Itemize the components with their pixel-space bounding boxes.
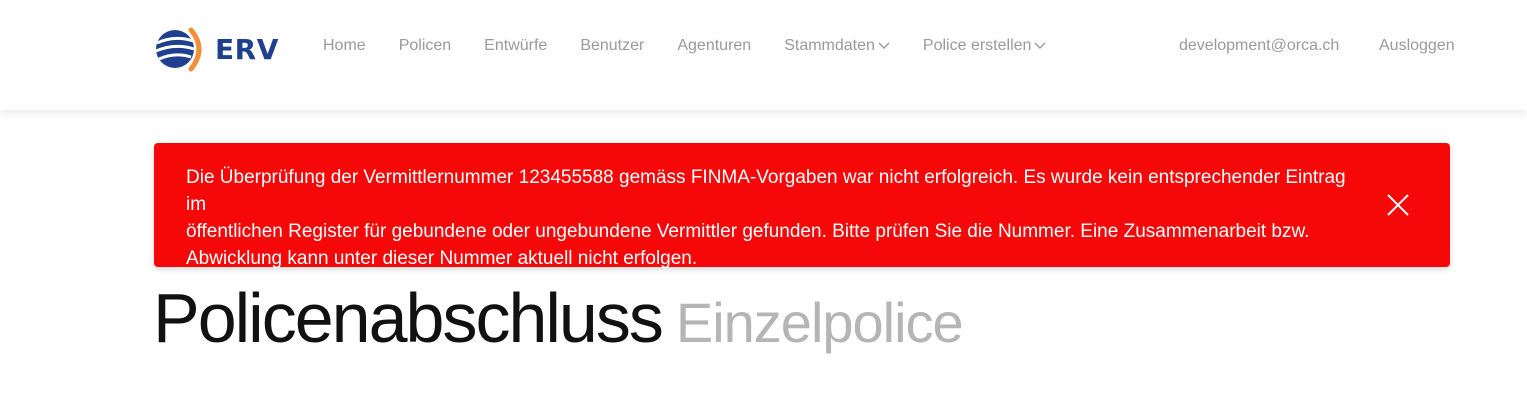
nav-entwuerfe[interactable]: Entwürfe — [484, 37, 547, 55]
error-alert: Die Überprüfung der Vermittlernummer 123… — [154, 143, 1450, 269]
nav-policen[interactable]: Policen — [399, 37, 451, 55]
page-title: Policenabschluss — [153, 279, 664, 357]
alert-message-line: Die Überprüfung der Vermittlernummer 123… — [186, 167, 1346, 215]
nav-policen-label: Policen — [398, 37, 452, 54]
globe-logo-icon — [155, 27, 202, 72]
main-nav: Home Policen Entwürfe Benutzer Agenturen… — [323, 37, 1079, 55]
nav-police-erstellen-label: Police erstellen — [922, 37, 1032, 54]
erv-logo[interactable]: ERV — [153, 26, 279, 72]
logo-text: ERV — [215, 32, 279, 66]
nav-agenturen[interactable]: Agenturen — [677, 37, 751, 55]
nav-agenturen-label: Agenturen — [677, 37, 752, 54]
chevron-down-icon — [1034, 42, 1046, 49]
nav-benutzer-label: Benutzer — [580, 37, 645, 54]
chevron-down-icon — [878, 42, 890, 49]
nav-entwuerfe-label: Entwürfe — [484, 37, 548, 54]
alert-message-line: Abwicklung kann unter dieser Nummer aktu… — [186, 248, 698, 269]
nav-stammdaten-label: Stammdaten — [784, 37, 875, 54]
nav-home[interactable]: Home — [323, 37, 366, 55]
top-navbar: ERV Home Policen Entwürfe Benutzer Agent… — [0, 0, 1527, 110]
page-heading: Policenabschluss Einzelpolice — [153, 278, 964, 358]
nav-police-erstellen-dropdown[interactable]: Police erstellen — [923, 37, 1047, 55]
alert-message: Die Überprüfung der Vermittlernummer 123… — [186, 164, 1366, 272]
nav-benutzer[interactable]: Benutzer — [580, 37, 644, 55]
user-email: development@orca.ch — [1179, 37, 1340, 54]
nav-home-label: Home — [323, 37, 366, 54]
page-subtitle: Einzelpolice — [675, 291, 964, 354]
alert-message-line: öffentlichen Register für gebundene oder… — [186, 221, 1310, 242]
logout-link[interactable]: Ausloggen — [1379, 37, 1455, 55]
close-icon[interactable] — [1386, 193, 1410, 217]
nav-stammdaten-dropdown[interactable]: Stammdaten — [784, 37, 890, 55]
